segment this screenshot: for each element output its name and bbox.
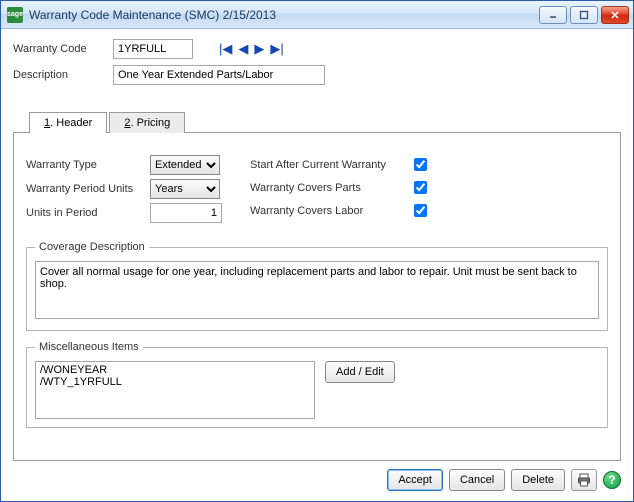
covers-parts-checkbox[interactable] — [414, 181, 427, 194]
covers-labor-label: Warranty Covers Labor — [250, 205, 410, 217]
printer-icon — [577, 473, 591, 487]
help-icon: ? — [608, 473, 615, 487]
print-button[interactable] — [571, 469, 597, 491]
tab-pricing-accel: 2 — [124, 117, 130, 129]
covers-parts-label: Warranty Covers Parts — [250, 182, 410, 194]
tab-strip: 1. Header 2. Pricing — [13, 111, 621, 132]
misc-legend: Miscellaneous Items — [35, 341, 143, 353]
misc-fieldset: Miscellaneous Items /WONEYEAR /WTY_1YRFU… — [26, 341, 608, 428]
period-units-label: Warranty Period Units — [26, 183, 150, 195]
maximize-button[interactable] — [570, 6, 598, 24]
coverage-fieldset: Coverage Description Cover all normal us… — [26, 241, 608, 331]
add-edit-label: Add / Edit — [336, 366, 384, 378]
window-controls — [539, 6, 629, 24]
window-title: Warranty Code Maintenance (SMC) 2/15/201… — [29, 8, 539, 22]
units-in-period-label: Units in Period — [26, 207, 150, 219]
description-input[interactable] — [113, 65, 325, 85]
record-nav: |◀ ◀ ▶ ▶| — [219, 41, 284, 57]
cancel-button[interactable]: Cancel — [449, 469, 505, 491]
nav-first-icon[interactable]: |◀ — [219, 41, 232, 57]
content-area: Warranty Code |◀ ◀ ▶ ▶| Description 1. H… — [1, 29, 633, 461]
accept-label: Accept — [398, 474, 432, 486]
close-button[interactable] — [601, 6, 629, 24]
add-edit-button[interactable]: Add / Edit — [325, 361, 395, 383]
titlebar: sage Warranty Code Maintenance (SMC) 2/1… — [1, 1, 633, 29]
delete-label: Delete — [522, 474, 554, 486]
nav-last-icon[interactable]: ▶| — [270, 41, 283, 57]
footer-bar: Accept Cancel Delete ? — [1, 461, 633, 501]
units-in-period-input[interactable] — [150, 203, 222, 223]
cancel-label: Cancel — [460, 474, 494, 486]
help-button[interactable]: ? — [603, 471, 621, 489]
app-icon: sage — [7, 7, 23, 23]
warranty-code-label: Warranty Code — [13, 43, 113, 55]
nav-prev-icon[interactable]: ◀ — [238, 41, 248, 57]
tab-panel-header: Warranty Type Extended Warranty Period U… — [13, 132, 621, 461]
list-item[interactable]: /WTY_1YRFULL — [40, 376, 310, 388]
tab-header[interactable]: 1. Header — [29, 112, 107, 133]
minimize-button[interactable] — [539, 6, 567, 24]
warranty-type-label: Warranty Type — [26, 159, 150, 171]
start-after-checkbox[interactable] — [414, 158, 427, 171]
period-units-select[interactable]: Years — [150, 179, 220, 199]
tab-header-accel: 1 — [44, 117, 50, 129]
start-after-label: Start After Current Warranty — [250, 159, 410, 171]
description-label: Description — [13, 69, 113, 81]
accept-button[interactable]: Accept — [387, 469, 443, 491]
form-right-column: Start After Current Warranty Warranty Co… — [250, 155, 430, 227]
warranty-code-input[interactable] — [113, 39, 193, 59]
tab-header-label: Header — [56, 117, 92, 129]
tab-pricing[interactable]: 2. Pricing — [109, 112, 185, 133]
tab-pricing-label: Pricing — [137, 117, 171, 129]
warranty-type-select[interactable]: Extended — [150, 155, 220, 175]
coverage-legend: Coverage Description — [35, 241, 149, 253]
covers-labor-checkbox[interactable] — [414, 204, 427, 217]
form-left-column: Warranty Type Extended Warranty Period U… — [26, 155, 222, 227]
nav-next-icon[interactable]: ▶ — [254, 41, 264, 57]
misc-listbox[interactable]: /WONEYEAR /WTY_1YRFULL — [35, 361, 315, 419]
delete-button[interactable]: Delete — [511, 469, 565, 491]
list-item[interactable]: /WONEYEAR — [40, 364, 310, 376]
coverage-textarea[interactable]: Cover all normal usage for one year, inc… — [35, 261, 599, 319]
